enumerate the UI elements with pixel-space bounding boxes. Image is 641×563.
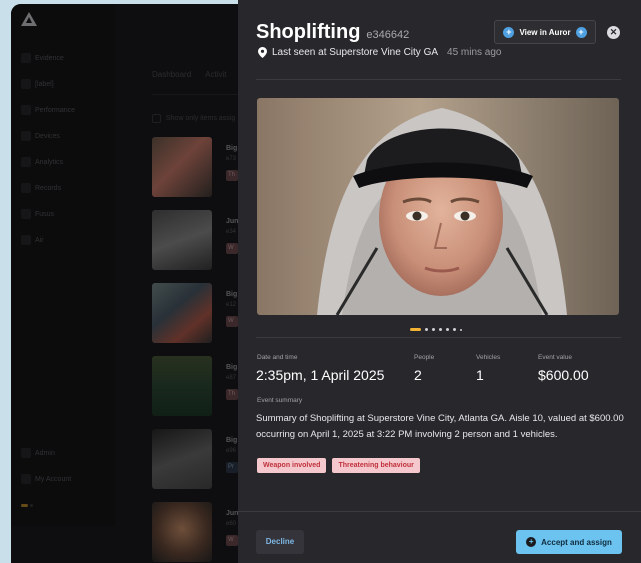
photo-divider [256, 337, 621, 338]
last-seen-location: Last seen at Superstore Vine City GA [272, 47, 439, 58]
carousel-dot[interactable] [453, 328, 456, 331]
carousel-dot[interactable] [446, 328, 449, 331]
vehicles-label: Vehicles [476, 354, 501, 361]
event-photo[interactable] [257, 98, 619, 315]
accept-label: Accept and assign [541, 537, 612, 547]
image-carousel-indicator[interactable] [410, 328, 462, 331]
carousel-dot[interactable] [425, 328, 428, 331]
summary-label: Event summary [257, 397, 303, 404]
date-label: Date and time [257, 354, 298, 361]
plus-icon: + [575, 26, 587, 38]
view-in-auror-button[interactable]: + View in Auror + [494, 20, 596, 44]
location-pin-icon [258, 47, 267, 58]
close-icon[interactable]: ✕ [607, 26, 620, 39]
decline-button[interactable]: Decline [256, 530, 304, 554]
event-type: Shoplifting [256, 21, 361, 43]
people-value: 2 [414, 367, 422, 383]
page-title: Shoplifting e346642 [256, 21, 409, 44]
location-row: Last seen at Superstore Vine City GA 45 … [258, 47, 502, 58]
tag-threatening-behaviour: Threatening behaviour [332, 458, 420, 473]
event-value-label: Event value [538, 354, 572, 361]
time-ago: 45 mins ago [447, 47, 502, 58]
accept-and-assign-button[interactable]: + Accept and assign [516, 530, 622, 554]
event-id: e346642 [366, 29, 410, 41]
header-divider [256, 79, 621, 80]
carousel-dot[interactable] [439, 328, 442, 331]
date-value: 2:35pm, 1 April 2025 [256, 367, 385, 383]
carousel-dot[interactable] [432, 328, 435, 331]
tag-list: Weapon involved Threatening behaviour [257, 458, 420, 473]
view-in-auror-label: View in Auror [519, 27, 571, 37]
event-value: $600.00 [538, 367, 589, 383]
footer-divider [238, 511, 641, 512]
tag-weapon-involved: Weapon involved [257, 458, 327, 473]
carousel-dot-active[interactable] [410, 328, 421, 331]
plus-icon: + [526, 537, 537, 547]
carousel-dot[interactable] [460, 328, 462, 331]
plus-icon: + [503, 26, 515, 38]
event-summary: Summary of Shoplifting at Superstore Vin… [256, 413, 624, 440]
vehicles-value: 1 [476, 367, 484, 383]
event-detail-panel: Shoplifting e346642 + View in Auror + ✕ L… [238, 0, 641, 563]
people-label: People [414, 354, 435, 361]
suspect-image [257, 98, 619, 315]
